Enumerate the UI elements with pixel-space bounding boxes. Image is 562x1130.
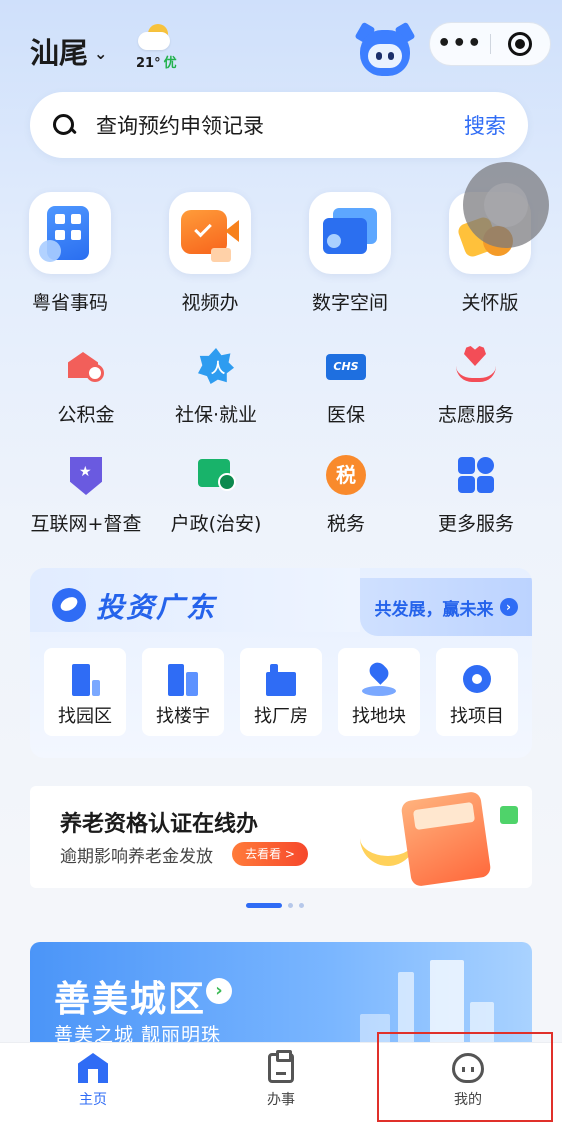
search-bar[interactable]: 查询预约申领记录 搜索 xyxy=(30,92,528,158)
weather-widget[interactable]: 21° 优 xyxy=(132,22,182,72)
more-menu-button[interactable]: ••• xyxy=(430,33,490,55)
volunteer-icon xyxy=(456,346,496,386)
featured-item-code[interactable]: 粤省事码 xyxy=(10,192,130,315)
carousel-dot xyxy=(299,903,304,908)
service-social-security[interactable]: 人 社保·就业 xyxy=(146,346,286,427)
household-icon xyxy=(196,455,236,495)
mini-program-capsule: ••• xyxy=(429,22,551,66)
service-tax[interactable]: 税 税务 xyxy=(276,455,416,536)
service-label: 公积金 xyxy=(57,404,115,426)
mascot-avatar[interactable] xyxy=(354,21,416,78)
carousel-dot xyxy=(288,903,293,908)
city-selector[interactable]: 汕尾 ⌄ xyxy=(30,30,107,72)
chevron-right-icon: › xyxy=(206,978,232,1004)
close-button[interactable] xyxy=(490,32,550,56)
social-security-icon: 人 xyxy=(196,346,236,386)
tab-affairs[interactable]: 办事 xyxy=(231,1050,331,1109)
service-volunteer[interactable]: 志愿服务 xyxy=(406,346,546,427)
tab-mine[interactable]: 我的 xyxy=(418,1053,518,1109)
service-label: 户政(治安) xyxy=(170,513,262,535)
project-icon xyxy=(460,662,494,696)
featured-item-video[interactable]: 视频办 xyxy=(150,192,270,315)
park-icon xyxy=(68,662,102,696)
factory-icon xyxy=(264,662,298,696)
clipboard-icon xyxy=(268,1050,294,1083)
find-factory-button[interactable]: 找厂房 xyxy=(240,648,322,736)
city-banner-title: 善美城区 xyxy=(54,979,207,1020)
find-project-button[interactable]: 找项目 xyxy=(436,648,518,736)
tab-label: 我的 xyxy=(454,1092,482,1108)
featured-label: 数字空间 xyxy=(311,292,388,314)
invest-guangdong-card: 投资广东 共发展，赢未来 › 找园区 找楼宇 找厂房 找地块 找项目 xyxy=(30,568,532,758)
search-button[interactable]: 搜索 xyxy=(464,110,506,140)
invest-title: 投资广东 xyxy=(96,591,217,624)
close-target-icon xyxy=(508,32,533,56)
service-supervision[interactable]: ★ 互联网+督查 xyxy=(16,455,156,536)
qr-code-icon xyxy=(39,206,89,262)
tax-icon: 税 xyxy=(326,455,366,495)
featured-label: 视频办 xyxy=(181,292,239,314)
profile-face-icon xyxy=(452,1053,484,1083)
service-label: 医保 xyxy=(326,404,365,426)
featured-label: 关怀版 xyxy=(461,292,519,314)
land-pin-icon xyxy=(362,659,396,696)
service-label: 社保·就业 xyxy=(174,404,258,426)
tab-home[interactable]: 主页 xyxy=(43,1053,143,1109)
digital-space-icon xyxy=(323,208,377,254)
pension-title: 养老资格认证在线办 xyxy=(60,812,259,837)
find-land-button[interactable]: 找地块 xyxy=(338,648,420,736)
invest-slogan-link[interactable]: 共发展，赢未来 › xyxy=(360,578,532,636)
service-more[interactable]: 更多服务 xyxy=(406,455,546,536)
assistive-touch-button[interactable] xyxy=(463,162,549,248)
find-park-button[interactable]: 找园区 xyxy=(44,648,126,736)
featured-item-space[interactable]: 数字空间 xyxy=(290,192,410,315)
service-label: 互联网+督查 xyxy=(30,513,142,535)
featured-label: 粤省事码 xyxy=(31,292,108,314)
service-household[interactable]: 户政(治安) xyxy=(146,455,286,536)
carousel-dot-active xyxy=(246,903,282,908)
temperature: 21° xyxy=(136,56,161,71)
supervision-icon: ★ xyxy=(66,455,106,495)
home-icon xyxy=(78,1053,108,1083)
service-label: 更多服务 xyxy=(437,513,514,535)
tab-label: 办事 xyxy=(267,1092,295,1108)
city-name: 汕尾 xyxy=(30,36,89,70)
housing-fund-icon xyxy=(66,346,106,386)
cloud-icon xyxy=(138,32,170,50)
service-medical-insurance[interactable]: CHS 医保 xyxy=(276,346,416,427)
building-icon xyxy=(166,662,200,696)
medical-insurance-icon: CHS xyxy=(326,346,366,386)
pension-banner[interactable]: 养老资格认证在线办 逾期影响养老金发放 去看看 > xyxy=(30,786,532,888)
pension-illustration xyxy=(350,790,526,888)
go-see-button[interactable]: 去看看 > xyxy=(232,842,308,866)
pension-subtitle: 逾期影响养老金发放 xyxy=(60,847,213,867)
service-housing-fund[interactable]: 公积金 xyxy=(16,346,156,427)
find-building-button[interactable]: 找楼宇 xyxy=(142,648,224,736)
header: 汕尾 ⌄ 21° 优 ••• xyxy=(0,0,562,92)
carousel-indicator xyxy=(246,903,304,908)
search-icon xyxy=(52,113,76,137)
chevron-down-icon: ⌄ xyxy=(94,43,108,63)
video-camera-icon xyxy=(181,210,239,262)
service-label: 税务 xyxy=(326,513,365,535)
air-quality: 优 xyxy=(163,56,177,71)
bottom-tab-bar: 主页 办事 我的 xyxy=(0,1042,562,1130)
tab-label: 主页 xyxy=(79,1092,107,1108)
chevron-right-icon: › xyxy=(499,598,518,616)
service-label: 志愿服务 xyxy=(437,404,514,426)
search-input[interactable]: 查询预约申领记录 xyxy=(96,110,464,140)
invest-logo-icon xyxy=(52,588,86,622)
more-services-icon xyxy=(456,455,496,495)
